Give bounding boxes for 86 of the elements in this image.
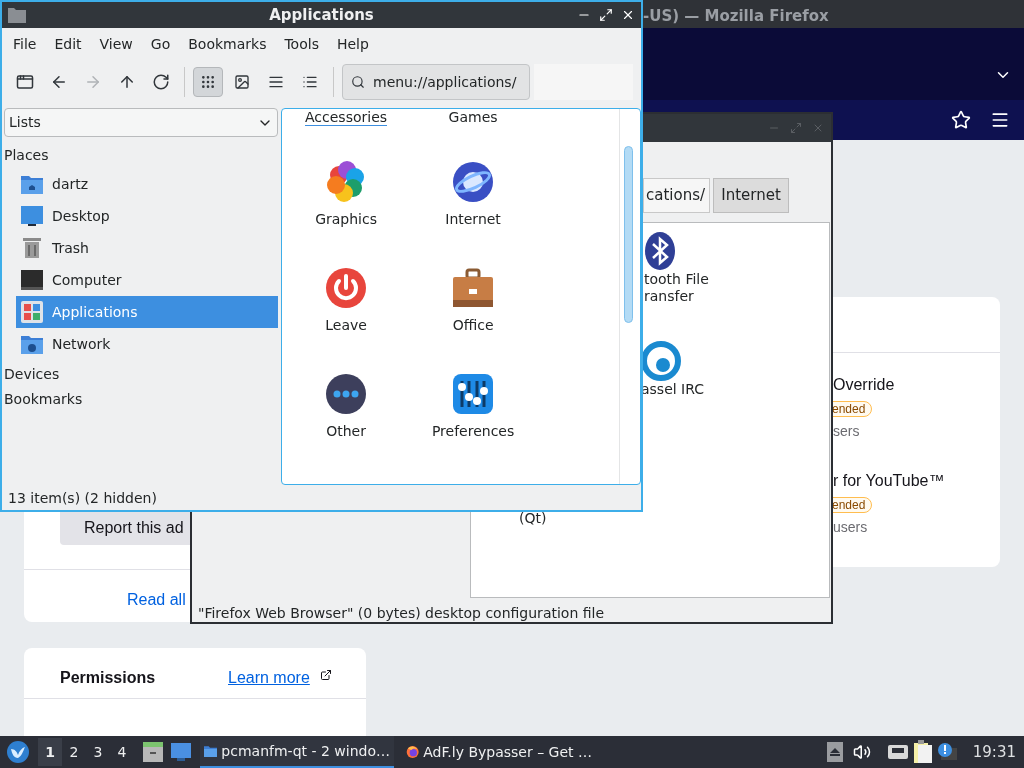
search-icon [351, 75, 365, 89]
home-folder-icon [20, 173, 44, 195]
desktop-switcher[interactable]: 4 [110, 738, 134, 766]
report-button[interactable]: Report this ad [60, 511, 190, 545]
menu-item[interactable]: Tools [275, 33, 328, 55]
ethernet-icon[interactable] [886, 744, 909, 760]
sidebar-item[interactable]: Computer [16, 264, 278, 296]
item-label[interactable]: Office [452, 317, 494, 333]
bird-icon[interactable] [6, 740, 30, 764]
status-text: 13 item(s) (2 hidden) [7, 489, 158, 508]
eject-icon[interactable] [826, 742, 843, 762]
monitor-icon[interactable] [170, 742, 192, 762]
taskbar-task[interactable]: AdF.ly Bypasser – Get … [402, 736, 596, 768]
clock: 19:31 [972, 741, 1016, 763]
sidebar-item[interactable]: Desktop [16, 200, 278, 232]
menu-icon[interactable] [990, 110, 1010, 130]
sidebar-item[interactable]: Network [16, 328, 278, 360]
menu-item[interactable]: View [90, 33, 142, 55]
learn-more-link[interactable]: Learn more [228, 666, 310, 690]
trash-icon [20, 237, 44, 259]
list-icon [302, 74, 318, 90]
user-count: users [833, 518, 868, 537]
arrow-icon [84, 73, 102, 91]
item-label[interactable]: Accessories [305, 109, 388, 126]
item-label[interactable]: Graphics [315, 211, 377, 227]
section-heading[interactable]: Places [4, 145, 278, 166]
folder-icon [8, 7, 26, 23]
side-pane-selector[interactable]: Lists [4, 108, 278, 137]
item-label[interactable]: Games [448, 109, 498, 126]
briefcase-icon [452, 267, 495, 309]
item-label[interactable]: Other [326, 423, 366, 439]
window-title: Applications [269, 4, 374, 26]
file-cabinet-icon[interactable] [142, 741, 164, 763]
breadcrumb-button[interactable]: Internet [713, 178, 789, 213]
user-count: sers [833, 422, 860, 441]
desktop-switcher[interactable]: 2 [62, 738, 86, 766]
desktop-switcher[interactable]: 1 [38, 738, 62, 766]
globe-icon [452, 161, 495, 203]
menu-item[interactable]: Go [141, 33, 180, 55]
menu-item[interactable]: File [4, 33, 46, 55]
maximize-icon[interactable] [599, 8, 613, 22]
status-text: "Firefox Web Browser" (0 bytes) desktop configuration file [198, 604, 605, 623]
bluetooth-icon [644, 231, 676, 271]
window-icon [16, 73, 34, 91]
clipboard-icon[interactable] [912, 740, 933, 764]
desktop-icon [20, 205, 44, 227]
item-label[interactable]: assel IRC [641, 381, 705, 398]
swirl-icon [641, 341, 681, 381]
taskbar-task[interactable]: pcmanfm-qt - 2 windo… [200, 736, 394, 768]
view-mode-button[interactable] [193, 67, 223, 97]
close-icon[interactable] [621, 8, 635, 22]
addon-name[interactable]: Override [833, 373, 895, 397]
section-heading: Permissions [60, 668, 156, 688]
sliders-icon [452, 373, 495, 415]
item-label[interactable]: Leave [325, 317, 367, 333]
path-field[interactable]: menu://applications/ [342, 64, 530, 100]
addon-name[interactable]: r for YouTube™ [833, 469, 945, 493]
item-label[interactable]: tooth File ransfer [644, 271, 709, 305]
volume-icon[interactable] [852, 743, 871, 761]
sidebar-item[interactable]: Trash [16, 232, 278, 264]
item-label[interactable]: Preferences [431, 423, 515, 439]
applications-icon [20, 301, 44, 323]
section-heading[interactable]: Bookmarks [4, 389, 278, 410]
menu-item[interactable]: Edit [45, 33, 91, 55]
desktop-switcher[interactable]: 3 [86, 738, 110, 766]
network-folder-icon [20, 333, 44, 355]
menu-item[interactable]: Bookmarks [179, 33, 276, 55]
more-icon [325, 373, 368, 415]
monitor-icon [20, 269, 44, 291]
power-icon [325, 267, 368, 309]
sidebar-item[interactable]: dartz [16, 168, 278, 200]
window-title: -US) — Mozilla Firefox [643, 6, 829, 27]
external-link-icon [320, 669, 332, 681]
grid-icon [200, 74, 216, 90]
list-icon [268, 74, 284, 90]
image-icon [234, 74, 250, 90]
item-label[interactable]: Internet [445, 211, 501, 227]
item-label[interactable]: (Qt) [519, 510, 547, 527]
star-icon[interactable] [951, 110, 971, 130]
menu-item[interactable]: Help [327, 33, 378, 55]
read-all-link[interactable]: Read all [127, 588, 186, 612]
section-heading[interactable]: Devices [4, 364, 278, 385]
scrollbar-thumb[interactable] [624, 146, 633, 323]
path-button[interactable]: cations/ [643, 178, 710, 213]
reload-icon [152, 73, 170, 91]
notification-icon[interactable] [936, 742, 957, 762]
